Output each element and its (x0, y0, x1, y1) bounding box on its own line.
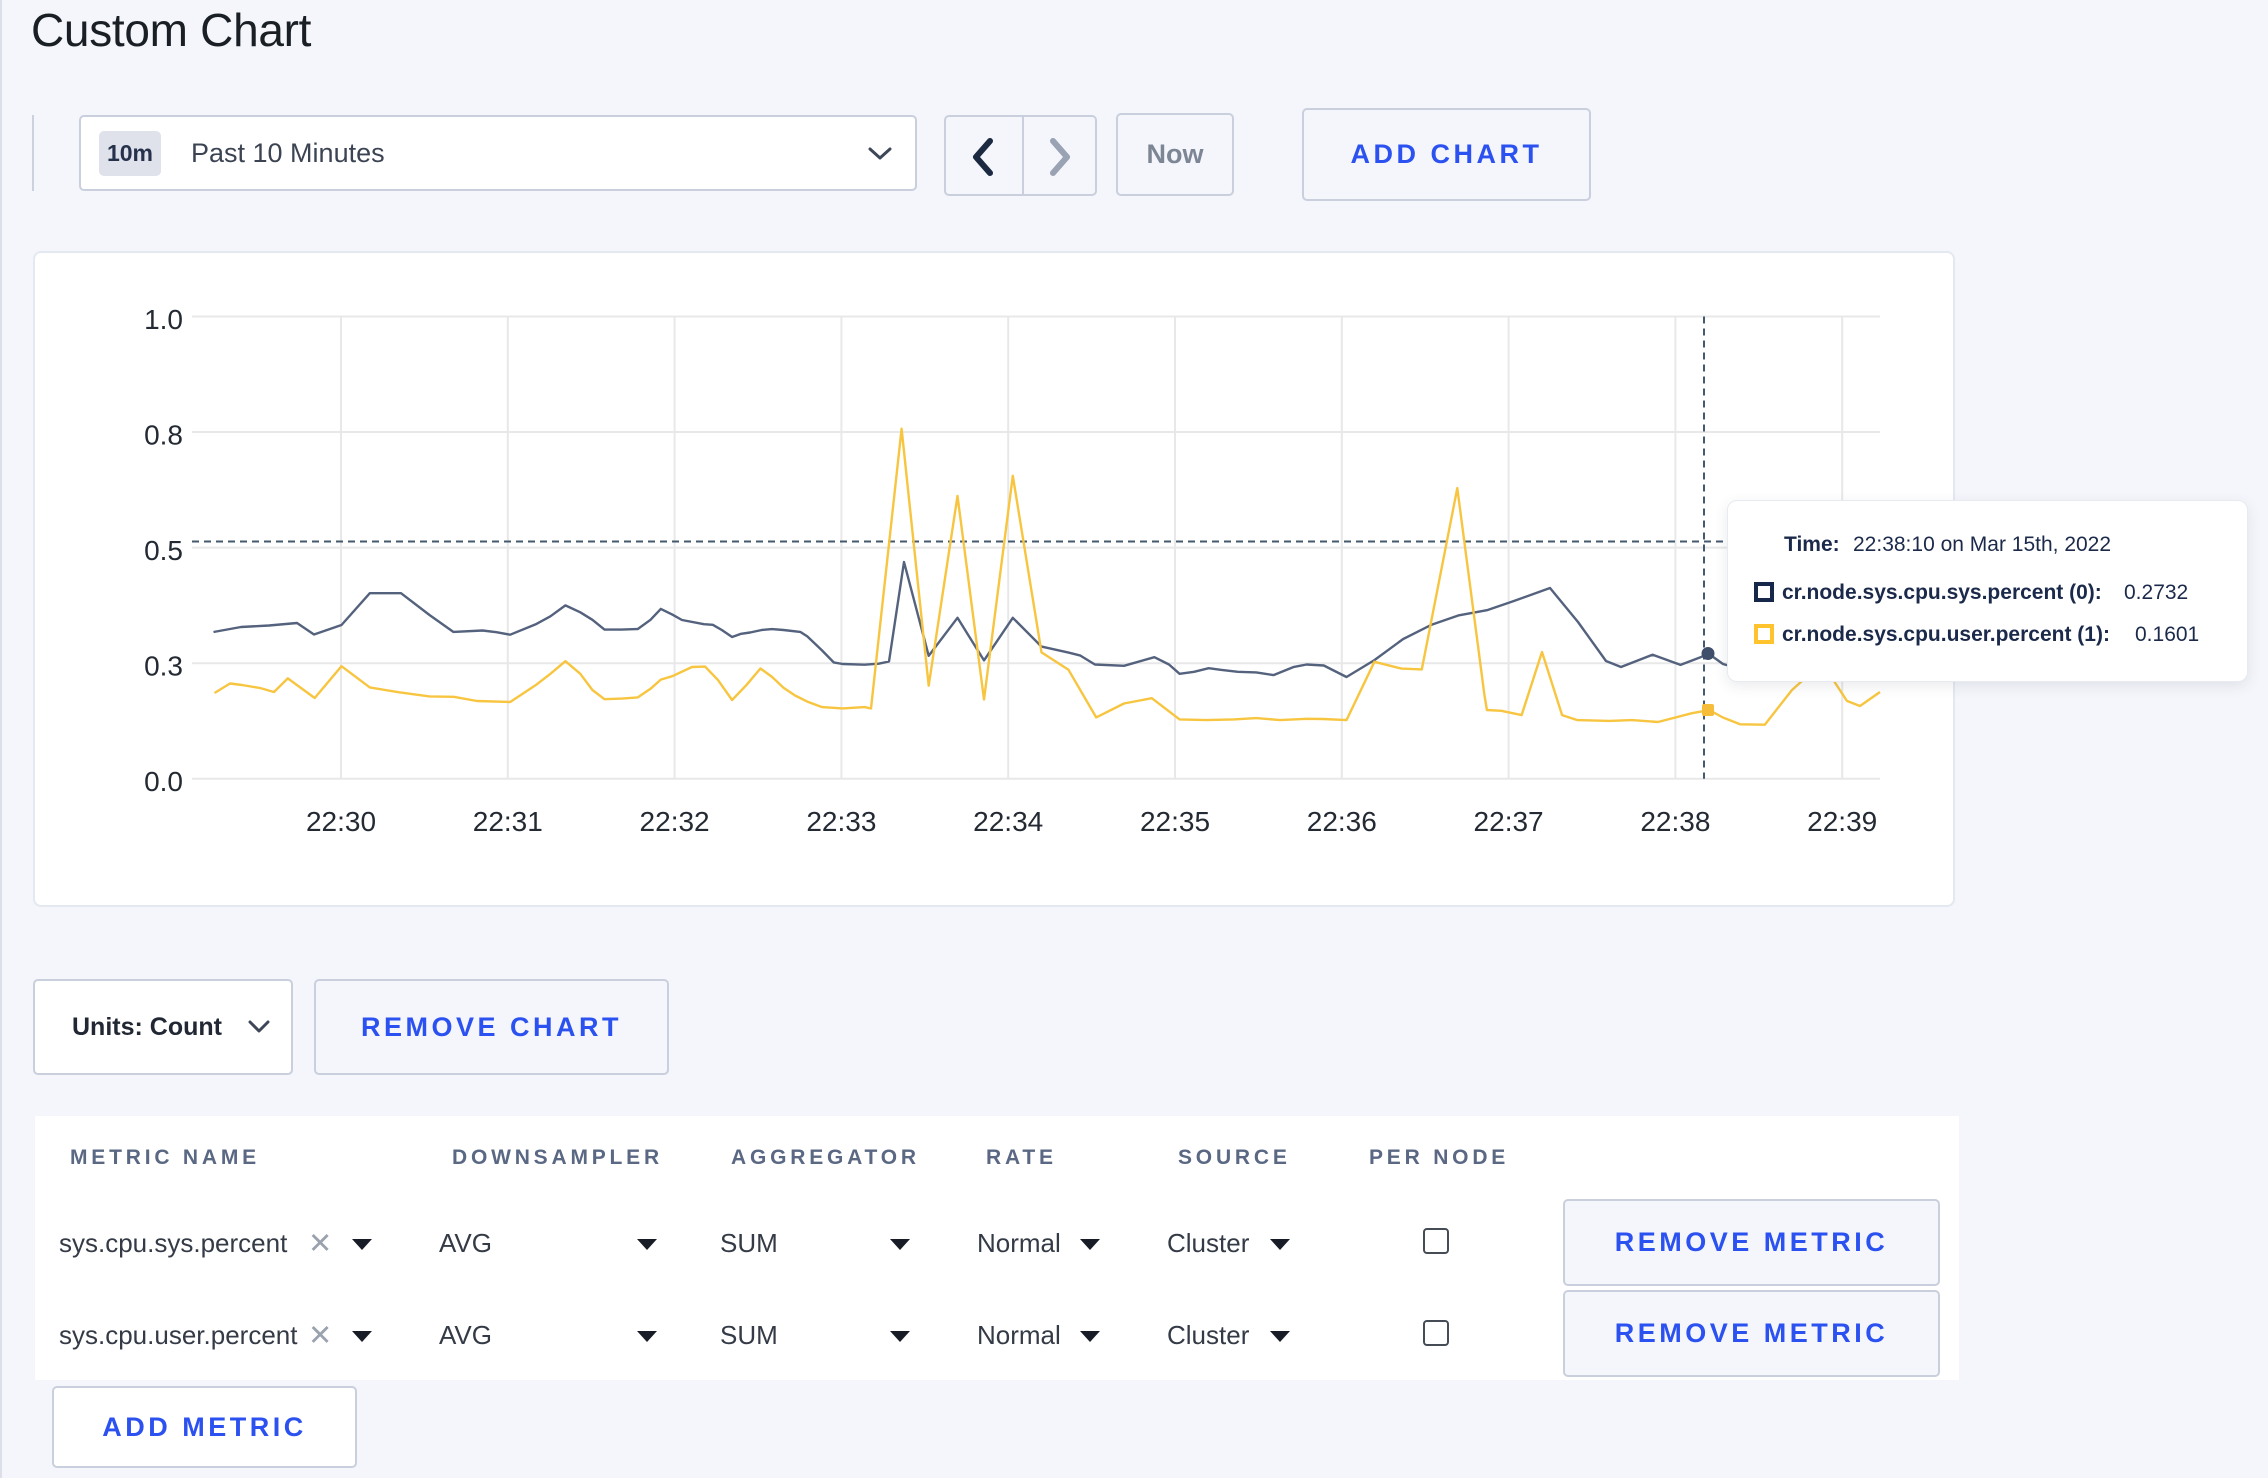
svg-text:22:30: 22:30 (306, 806, 376, 837)
svg-text:0.0: 0.0 (144, 766, 183, 797)
svg-text:22:38: 22:38 (1640, 806, 1710, 837)
svg-text:22:34: 22:34 (973, 806, 1043, 837)
svg-text:22:32: 22:32 (640, 806, 710, 837)
svg-text:0.5: 0.5 (144, 535, 183, 566)
svg-text:0.8: 0.8 (144, 420, 183, 451)
svg-text:22:31: 22:31 (473, 806, 543, 837)
svg-text:22:35: 22:35 (1140, 806, 1210, 837)
svg-text:22:39: 22:39 (1807, 806, 1877, 837)
svg-text:22:33: 22:33 (806, 806, 876, 837)
svg-text:22:36: 22:36 (1307, 806, 1377, 837)
svg-text:1.0: 1.0 (144, 304, 183, 335)
svg-text:22:37: 22:37 (1474, 806, 1544, 837)
svg-text:0.3: 0.3 (144, 651, 183, 682)
